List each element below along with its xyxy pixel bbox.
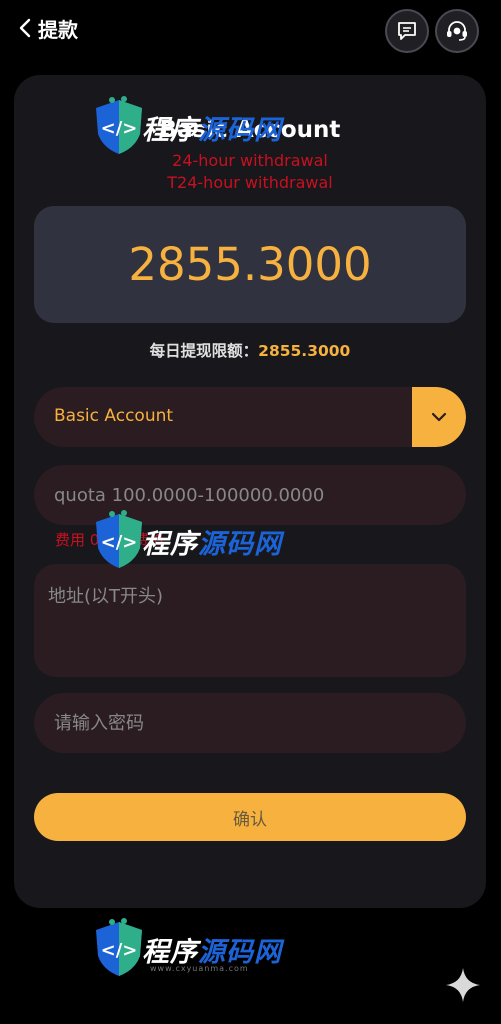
daily-limit-label: 每日提现限额： [149, 342, 259, 360]
chevron-left-icon [19, 18, 31, 38]
top-bar: 提款 [0, 0, 501, 58]
address-field[interactable] [34, 564, 466, 677]
address-input[interactable] [34, 564, 466, 677]
shield-logo-icon: </> [96, 510, 142, 568]
back-button[interactable] [10, 13, 40, 43]
message-button[interactable] [385, 9, 429, 53]
daily-limit: 每日提现限额：2855.3000 [14, 339, 486, 361]
svg-text:</>: </> [101, 532, 138, 553]
withdraw-card: Basic Account 24-hour withdrawal T24-hou… [14, 75, 486, 908]
sparkle-icon[interactable] [443, 965, 483, 1005]
daily-limit-value: 2855.3000 [258, 342, 351, 360]
withdrawal-notice-2: T24-hour withdrawal [167, 173, 333, 192]
watermark-logo-2: </> 程序源码网 [90, 510, 282, 572]
page-title: 提款 [38, 18, 78, 42]
message-icon [398, 22, 416, 40]
svg-text:</>: </> [101, 118, 138, 139]
watermark-text-white: 程序 [142, 936, 198, 968]
watermark-logo-3: </> 程序源码网 www.cxyuanma.com [90, 918, 282, 980]
dropdown-toggle[interactable] [412, 387, 466, 447]
account-select[interactable]: Basic Account [34, 387, 466, 447]
watermark-text-white: 程序 [142, 528, 198, 560]
watermark-logo: </> 程序源码网 [90, 96, 282, 158]
shield-logo-icon: </> [96, 918, 142, 976]
shield-logo-icon: </> [96, 96, 142, 154]
headset-icon [447, 21, 467, 41]
watermark-text-blue: 源码网 [198, 528, 282, 560]
svg-text:</>: </> [101, 940, 138, 961]
password-field[interactable] [34, 693, 466, 753]
balance-box: 2855.3000 [34, 206, 466, 323]
watermark-text-blue: 源码网 [198, 936, 282, 968]
chevron-down-icon [431, 412, 447, 422]
customer-service-button[interactable] [435, 9, 479, 53]
balance-value: 2855.3000 [128, 238, 372, 291]
watermark-text-white: 程序 [142, 114, 198, 146]
account-select-value: Basic Account [54, 406, 174, 426]
confirm-button[interactable]: 确认 [34, 793, 466, 841]
watermark-url: www.cxyuanma.com [150, 964, 249, 973]
watermark-text-blue: 源码网 [198, 114, 282, 146]
password-input[interactable] [34, 693, 466, 753]
